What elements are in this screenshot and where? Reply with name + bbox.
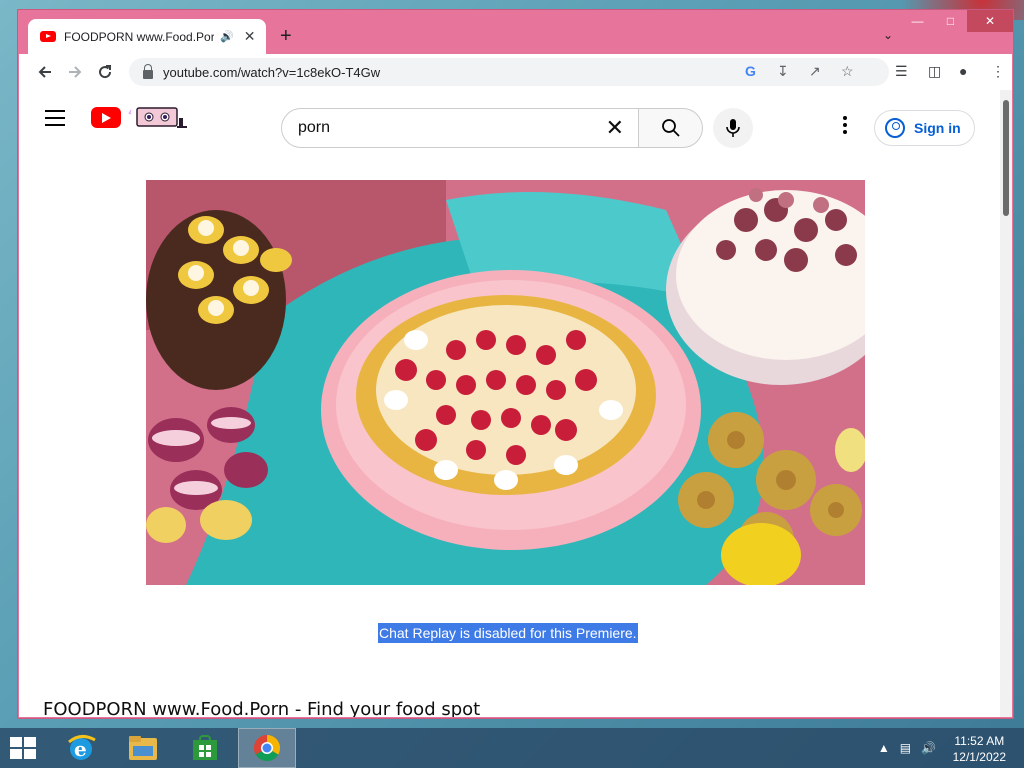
tab-strip: FOODPORN www.Food.Porn - Find your food … bbox=[18, 10, 1013, 54]
internet-explorer-icon[interactable]: e bbox=[52, 728, 110, 768]
settings-kebab-icon[interactable] bbox=[843, 116, 847, 137]
share-icon[interactable]: ↗ bbox=[809, 63, 821, 80]
profile-avatar-icon[interactable]: ● bbox=[959, 63, 967, 79]
clock-date: 12/1/2022 bbox=[952, 750, 1006, 764]
tab-close-icon[interactable]: ✕ bbox=[244, 28, 256, 45]
minimize-button[interactable]: — bbox=[901, 10, 934, 32]
taskbar-clock[interactable]: 11:52 AM 12/1/2022 bbox=[953, 733, 1006, 765]
video-title: FOODPORN www.Food.Porn - Find your food … bbox=[43, 699, 481, 717]
account-icon bbox=[885, 118, 905, 138]
windows-start-icon[interactable] bbox=[10, 737, 38, 761]
chrome-window: FOODPORN www.Food.Porn - Find your food … bbox=[17, 9, 1014, 719]
youtube-favicon-icon bbox=[40, 31, 56, 42]
microphone-icon bbox=[726, 119, 740, 137]
page-content: porn ✕ Sign in Chat Replay is disabled f… bbox=[19, 90, 1012, 717]
voice-search-button[interactable] bbox=[713, 108, 753, 148]
clock-time: 11:52 AM bbox=[954, 734, 1005, 748]
speaker-icon[interactable]: 🔊 bbox=[220, 30, 234, 43]
store-icon[interactable] bbox=[176, 728, 234, 768]
search-icon bbox=[661, 119, 680, 137]
video-player[interactable] bbox=[146, 180, 865, 585]
close-window-button[interactable]: ✕ bbox=[967, 10, 1013, 32]
browser-tab[interactable]: FOODPORN www.Food.Porn - Find your food … bbox=[28, 19, 266, 54]
new-tab-button[interactable]: + bbox=[280, 26, 292, 46]
youtube-logo[interactable] bbox=[91, 107, 121, 128]
install-app-icon[interactable]: ↧ bbox=[777, 63, 789, 80]
tab-search-chevron-icon[interactable]: ⌄ bbox=[883, 28, 893, 42]
media-controls-icon[interactable]: ☰ bbox=[895, 63, 908, 80]
file-explorer-icon[interactable] bbox=[114, 728, 172, 768]
clear-search-icon[interactable]: ✕ bbox=[606, 115, 624, 141]
browser-toolbar: youtube.com/watch?v=1c8ekO-T4Gw G ↧ ↗ ☆ … bbox=[19, 54, 1012, 90]
sign-in-label: Sign in bbox=[914, 120, 961, 136]
window-controls: — □ ✕ bbox=[901, 10, 1013, 32]
address-bar[interactable]: youtube.com/watch?v=1c8ekO-T4Gw G ↧ ↗ ☆ bbox=[129, 58, 889, 86]
svg-text:e: e bbox=[74, 737, 87, 761]
youtube-doodle-icon[interactable] bbox=[125, 106, 189, 130]
bookmark-star-icon[interactable]: ☆ bbox=[841, 63, 854, 80]
chrome-taskbar-icon[interactable] bbox=[238, 728, 296, 768]
windows-taskbar: e ▲ ▤ 🔊 11:52 AM 12/1/2022 bbox=[0, 728, 1024, 768]
guide-menu-icon[interactable] bbox=[45, 110, 65, 126]
system-tray: ▲ ▤ 🔊 bbox=[878, 741, 936, 755]
side-panel-icon[interactable]: ◫ bbox=[928, 63, 941, 80]
youtube-masthead: porn ✕ Sign in bbox=[19, 90, 999, 148]
page-scrollbar[interactable] bbox=[1000, 90, 1012, 717]
url-text[interactable]: youtube.com/watch?v=1c8ekO-T4Gw bbox=[163, 65, 380, 80]
show-hidden-icons-icon[interactable]: ▲ bbox=[878, 741, 890, 755]
tab-title: FOODPORN www.Food.Porn - Find your food … bbox=[64, 29, 214, 44]
search-button[interactable] bbox=[639, 108, 703, 148]
chrome-menu-icon[interactable]: ⋮ bbox=[991, 63, 1005, 80]
volume-icon[interactable]: 🔊 bbox=[921, 741, 936, 755]
scrollbar-thumb[interactable] bbox=[1003, 100, 1009, 216]
sign-in-button[interactable]: Sign in bbox=[874, 110, 975, 146]
search-query-text[interactable]: porn bbox=[298, 119, 606, 137]
lock-icon[interactable] bbox=[143, 63, 153, 79]
maximize-button[interactable]: □ bbox=[934, 10, 967, 32]
chat-replay-message: Chat Replay is disabled for this Premier… bbox=[378, 623, 638, 643]
network-icon[interactable]: ▤ bbox=[900, 741, 911, 755]
search-input[interactable]: porn ✕ bbox=[281, 108, 639, 148]
back-button[interactable] bbox=[33, 60, 57, 84]
forward-button[interactable] bbox=[63, 60, 87, 84]
google-translate-icon[interactable]: G bbox=[745, 63, 756, 79]
reload-button[interactable] bbox=[93, 60, 117, 84]
